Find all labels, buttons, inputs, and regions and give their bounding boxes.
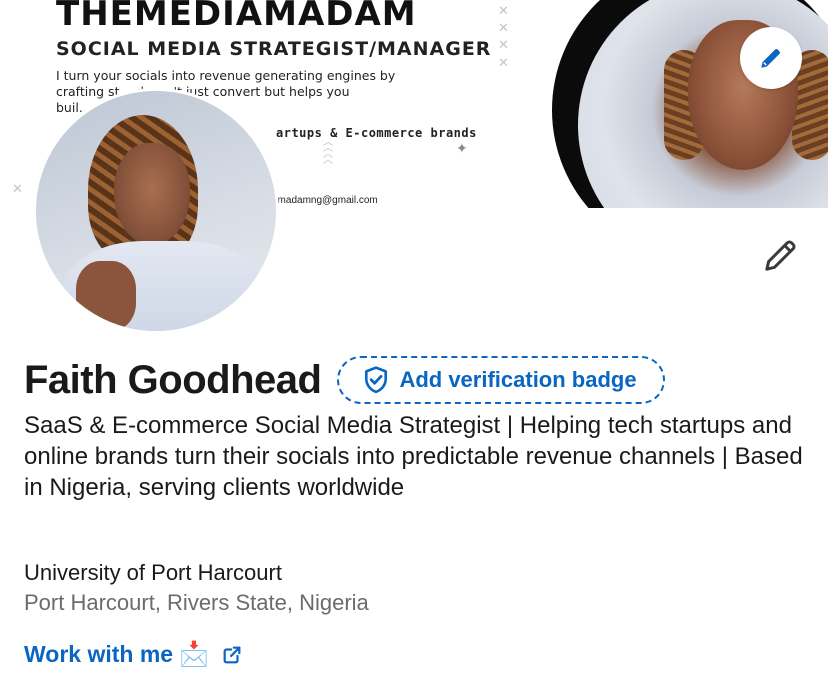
decor-x-icon: ✕ (498, 37, 509, 52)
banner-brand: THEMEDIAMADAM (56, 0, 417, 34)
profile-education[interactable]: University of Port Harcourt (24, 560, 282, 586)
verification-badge-label: Add verification badge (399, 367, 637, 392)
banner-role: SOCIAL MEDIA STRATEGIST/MANAGER (56, 38, 492, 60)
pencil-icon (761, 49, 780, 68)
profile-avatar[interactable] (33, 88, 279, 334)
envelope-icon: 📩 (179, 641, 209, 668)
banner-niche: artups & E-commerce brands (276, 126, 477, 140)
profile-headline: SaaS & E-commerce Social Media Strategis… (24, 412, 803, 501)
chevrons-up-icon: ︿ ︿ ︿ ︿ (323, 137, 333, 166)
banner-email: amadamng@gmail.com (272, 195, 378, 206)
pencil-icon (765, 240, 796, 271)
name-row: Faith Goodhead Add verification badge (24, 356, 665, 404)
profile-location: Port Harcourt, Rivers State, Nigeria (24, 590, 369, 615)
add-verification-badge-button[interactable]: Add verification badge (337, 356, 665, 404)
sparkle-icon: ✦ (456, 140, 468, 156)
shield-check-icon (365, 366, 388, 394)
decor-x-icon: ✕ (498, 20, 509, 35)
profile-name: Faith Goodhead (24, 357, 322, 402)
external-link-icon (223, 646, 241, 663)
work-with-me-link[interactable]: Work with me 📩 (24, 640, 243, 669)
decor-x-icon: ✕ (12, 181, 23, 196)
avatar-hand (76, 261, 136, 331)
avatar-face (114, 143, 190, 245)
edit-profile-button[interactable] (758, 232, 804, 278)
banner-photo-image (578, 0, 828, 208)
edit-banner-button[interactable] (740, 27, 802, 89)
decor-x-icon: ✕ (498, 3, 509, 18)
decor-x-icon: ✕ (498, 55, 509, 70)
banner-pitch-line: I turn your socials into revenue generat… (56, 68, 396, 83)
work-with-me-label: Work with me (24, 641, 174, 667)
